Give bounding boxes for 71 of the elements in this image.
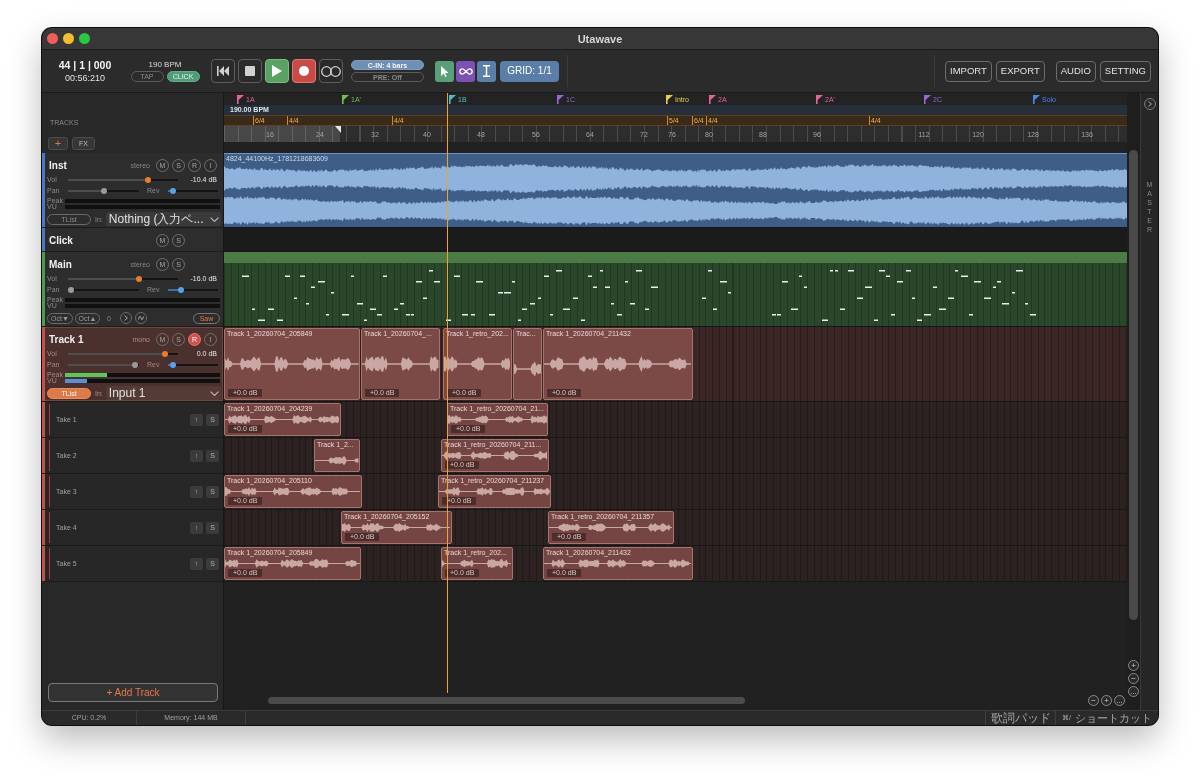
time-position: 00:56:210 bbox=[64, 73, 105, 83]
slider-thumb[interactable] bbox=[161, 351, 168, 357]
track-name: Main bbox=[48, 258, 73, 270]
waveform-drawing bbox=[444, 355, 511, 372]
zoom-in-button[interactable]: + bbox=[1101, 695, 1112, 706]
skip-back-icon bbox=[217, 66, 229, 76]
input-dropdown[interactable]: Input 1 bbox=[105, 386, 221, 400]
slider-thumb[interactable] bbox=[144, 177, 151, 183]
text-tool-button[interactable] bbox=[477, 60, 496, 82]
chevron-down-icon bbox=[210, 216, 219, 222]
import-button[interactable]: IMPORT bbox=[945, 60, 992, 82]
pointer-tool-button[interactable] bbox=[435, 60, 454, 82]
audio-button[interactable]: AUDIO bbox=[1055, 60, 1096, 82]
loop-button[interactable] bbox=[319, 59, 343, 83]
add-button[interactable]: + bbox=[48, 137, 68, 150]
more-button[interactable]: ... bbox=[1114, 695, 1125, 706]
waveform-drawing bbox=[514, 360, 541, 377]
slider-thumb[interactable] bbox=[169, 188, 176, 194]
stop-button[interactable] bbox=[238, 59, 262, 83]
zoom-out-button[interactable]: − bbox=[1088, 695, 1099, 706]
input-dropdown[interactable]: Nothing (入力ペ... bbox=[105, 212, 221, 226]
expand-button[interactable] bbox=[1143, 98, 1156, 110]
slider-thumb[interactable] bbox=[177, 287, 184, 293]
track-name: Inst bbox=[48, 159, 68, 171]
tempo-display: 190 BPM bbox=[148, 60, 182, 69]
add-track-button[interactable]: + Add Track bbox=[48, 683, 218, 702]
play-icon bbox=[272, 65, 282, 77]
scrollbar-thumb[interactable] bbox=[1129, 150, 1138, 620]
chevron-down-icon bbox=[210, 390, 219, 396]
waveform-drawing bbox=[315, 455, 359, 465]
bar-position: 44 | 1 | 000 bbox=[58, 59, 112, 71]
vertical-scrollbar[interactable]: + − ... bbox=[1127, 93, 1140, 710]
pan-slider[interactable] bbox=[68, 362, 139, 368]
chevron-right-icon bbox=[123, 315, 128, 321]
zoom-in-button[interactable]: + bbox=[1128, 660, 1139, 671]
zoom-out-button[interactable]: − bbox=[1128, 673, 1139, 684]
track-name: Track 1 bbox=[48, 333, 85, 345]
double-ring-icon bbox=[321, 65, 341, 77]
export-button[interactable]: EXPORT bbox=[995, 60, 1045, 82]
stop-icon bbox=[245, 66, 255, 76]
infinity-icon bbox=[458, 67, 473, 75]
slider-thumb[interactable] bbox=[100, 188, 107, 194]
play-button[interactable] bbox=[265, 59, 289, 83]
slider-thumb[interactable] bbox=[169, 362, 176, 368]
zoom-button[interactable] bbox=[79, 33, 90, 44]
skip-to-start-button[interactable] bbox=[211, 59, 235, 83]
text-cursor-icon bbox=[483, 65, 490, 77]
triangle-icon[interactable] bbox=[335, 126, 341, 133]
loop-tool-button[interactable] bbox=[456, 60, 475, 82]
midi-region[interactable] bbox=[224, 252, 1127, 326]
slider-thumb[interactable] bbox=[135, 276, 142, 282]
slider-thumb[interactable] bbox=[131, 362, 138, 368]
waveform-drawing bbox=[442, 558, 512, 568]
grid-button[interactable]: GRID: 1/1 bbox=[500, 60, 559, 82]
wave-icon bbox=[137, 315, 144, 321]
window-title: Utawave bbox=[577, 32, 623, 45]
reverb-slider[interactable] bbox=[168, 188, 218, 194]
lyrics-pad-button[interactable]: 歌詞パッド bbox=[985, 711, 1055, 725]
chevron-right-icon bbox=[1147, 101, 1152, 107]
slider-thumb[interactable] bbox=[68, 287, 74, 293]
pan-slider[interactable] bbox=[68, 287, 139, 293]
record-icon bbox=[299, 66, 309, 76]
record-button[interactable] bbox=[292, 59, 316, 83]
settings-button[interactable]: SETTING bbox=[1099, 60, 1151, 82]
reverb-slider[interactable] bbox=[168, 362, 218, 368]
pointer-icon bbox=[440, 65, 449, 77]
more-button[interactable]: ... bbox=[1128, 686, 1139, 697]
horizontal-scrollbar[interactable] bbox=[268, 697, 745, 704]
close-button[interactable] bbox=[47, 33, 58, 44]
track-name: Click bbox=[48, 234, 74, 246]
minimize-button[interactable] bbox=[63, 33, 74, 44]
